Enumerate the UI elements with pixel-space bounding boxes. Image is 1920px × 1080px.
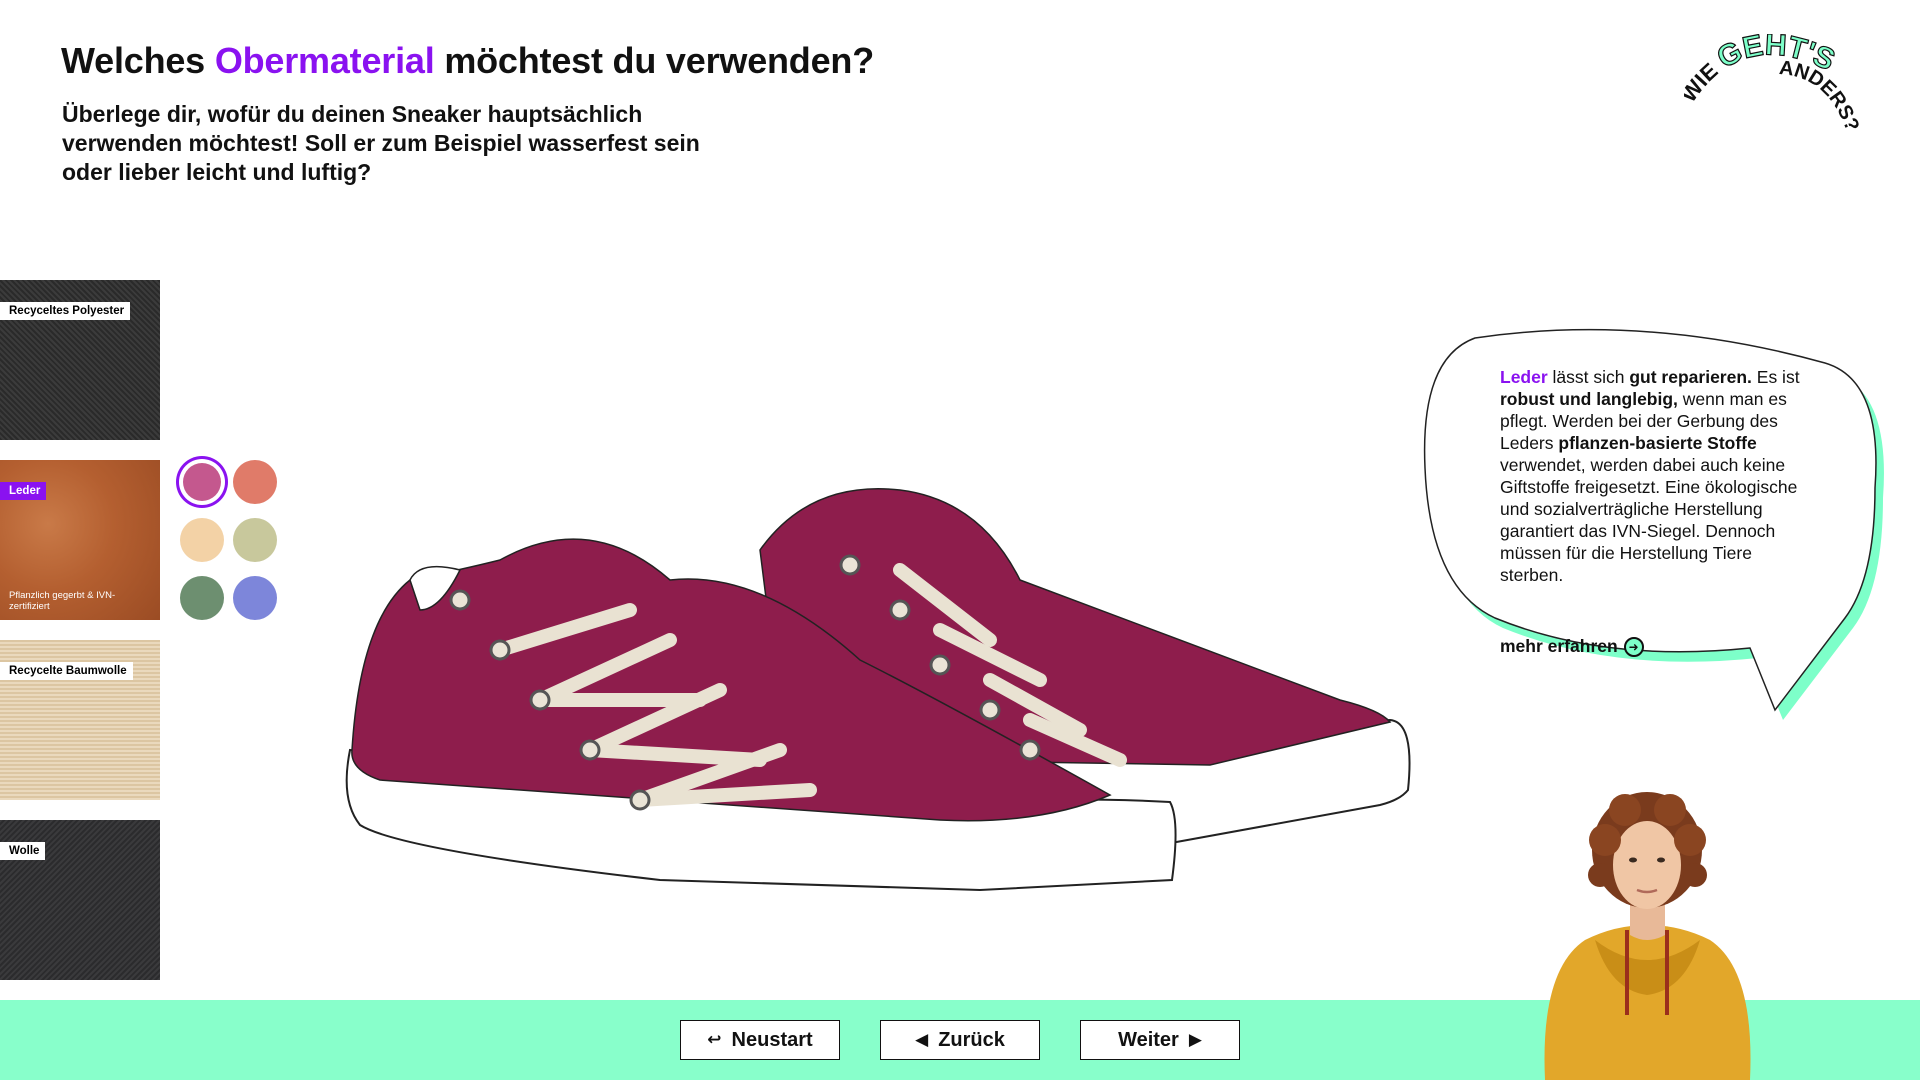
- next-button[interactable]: Weiter ▶: [1080, 1020, 1240, 1060]
- info-text-1: lässt sich: [1547, 367, 1630, 387]
- back-label: Zurück: [938, 1028, 1005, 1051]
- learn-more-label: mehr erfahren: [1500, 636, 1618, 656]
- learn-more-link[interactable]: mehr erfahren ➜: [1500, 636, 1644, 657]
- material-note: Pflanzlich gegerbt & IVN-zertifiziert: [9, 590, 116, 612]
- material-info-text: Leder lässt sich gut reparieren. Es ist …: [1500, 366, 1820, 586]
- material-tile-baumwolle[interactable]: Recycelte Baumwolle: [0, 640, 160, 800]
- info-text-2: Es ist: [1751, 367, 1800, 387]
- info-bold-2: robust und langlebig,: [1500, 389, 1678, 409]
- title-pre: Welches: [61, 40, 215, 81]
- material-tile-wolle[interactable]: Wolle: [0, 820, 160, 980]
- page-title: Welches Obermaterial möchtest du verwend…: [61, 40, 874, 82]
- page-subtitle: Überlege dir, wofür du deinen Sneaker ha…: [62, 101, 700, 185]
- material-tile-polyester[interactable]: Recyceltes Polyester: [0, 280, 160, 440]
- material-label: Recyceltes Polyester: [0, 302, 131, 320]
- logo-word-1: WIE: [1684, 58, 1723, 107]
- info-lead: Leder: [1500, 367, 1548, 387]
- info-text-4: verwendet, werden dabei auch keine Gifts…: [1500, 455, 1798, 585]
- color-swatch-peach[interactable]: [180, 518, 224, 562]
- color-swatch-green[interactable]: [180, 576, 224, 620]
- return-icon: ↩: [707, 1030, 722, 1049]
- arrow-right-icon: ▶: [1188, 1030, 1202, 1049]
- restart-button[interactable]: ↩ Neustart: [680, 1020, 840, 1060]
- info-bold-1: gut reparieren.: [1629, 367, 1752, 387]
- restart-label: Neustart: [731, 1028, 813, 1051]
- material-label: Recycelte Baumwolle: [0, 662, 133, 680]
- material-label: Leder: [0, 482, 47, 500]
- color-swatch-periwinkle[interactable]: [233, 576, 277, 620]
- color-swatch-coral[interactable]: [233, 460, 277, 504]
- arrow-right-circle-icon: ➜: [1623, 636, 1644, 657]
- sneaker-preview: [345, 488, 1411, 892]
- wie-gehts-anders-logo: WIEGEHT'S ANDERS?: [1684, 34, 1863, 134]
- color-swatch-berry[interactable]: [183, 463, 221, 501]
- title-accent: Obermaterial: [214, 40, 435, 81]
- guide-person-avatar: [1544, 792, 1751, 1080]
- title-post: möchtest du verwenden?: [434, 40, 874, 81]
- back-button[interactable]: ◀ Zurück: [880, 1020, 1040, 1060]
- info-bold-3: pflanzen-basierte Stoffe: [1558, 433, 1757, 453]
- arrow-left-icon: ◀: [915, 1030, 929, 1049]
- material-tile-leder[interactable]: Leder Pflanzlich gegerbt & IVN-zertifizi…: [0, 460, 160, 620]
- material-label: Wolle: [0, 842, 46, 860]
- color-swatch-sage[interactable]: [233, 518, 277, 562]
- next-label: Weiter: [1118, 1028, 1179, 1051]
